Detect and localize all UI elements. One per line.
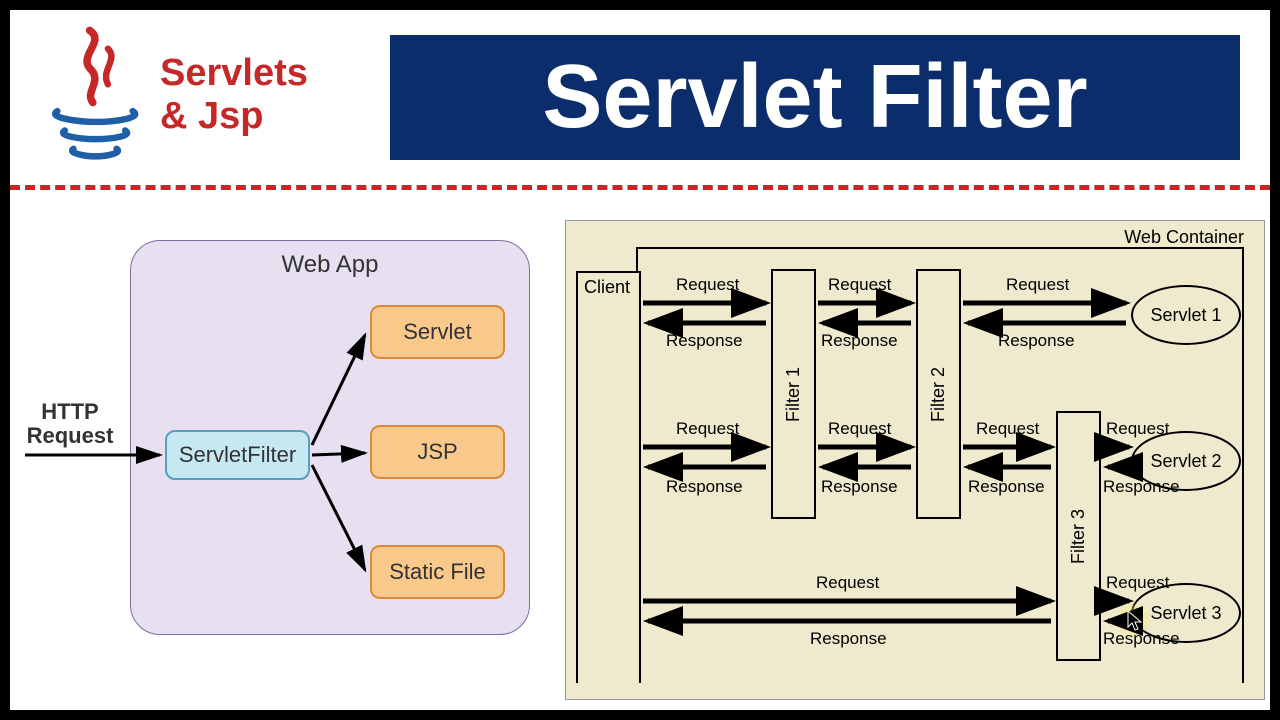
lbl-req-2d: Request <box>1106 419 1169 439</box>
filter-3-box: Filter 3 <box>1056 411 1101 661</box>
client-box <box>576 271 641 683</box>
target-jsp: JSP <box>370 425 505 479</box>
logo-text-line2: & Jsp <box>160 95 308 138</box>
left-diagram: Web App HTTP Request ServletFilter Servl… <box>20 240 550 670</box>
lbl-resp-1c: Response <box>998 331 1075 351</box>
right-diagram: Web Container Client Filter 1 Filter 2 F… <box>565 220 1265 700</box>
logo-text-line1: Servlets <box>160 52 308 95</box>
lbl-req-1b: Request <box>828 275 891 295</box>
lbl-resp-2d: Response <box>1103 477 1180 497</box>
http-request-label: HTTP Request <box>20 400 120 448</box>
filter-3-label: Filter 3 <box>1068 508 1089 563</box>
servlet-1: Servlet 1 <box>1131 285 1241 345</box>
lbl-resp-2c: Response <box>968 477 1045 497</box>
slide-title: Servlet Filter <box>390 35 1240 160</box>
target-servlet: Servlet <box>370 305 505 359</box>
target-static: Static File <box>370 545 505 599</box>
cursor-icon <box>1126 609 1146 633</box>
lbl-resp-2a: Response <box>666 477 743 497</box>
lbl-resp-2b: Response <box>821 477 898 497</box>
web-container-title: Web Container <box>1124 227 1244 248</box>
lbl-req-3b: Request <box>1106 573 1169 593</box>
filter-2-label: Filter 2 <box>928 366 949 421</box>
diagrams-area: Web App HTTP Request ServletFilter Servl… <box>10 220 1270 710</box>
lbl-req-1c: Request <box>1006 275 1069 295</box>
header-divider <box>10 185 1270 190</box>
header: Servlets & Jsp Servlet Filter <box>10 10 1270 180</box>
slide-frame: Servlets & Jsp Servlet Filter Web App HT… <box>10 10 1270 710</box>
filter-1-box: Filter 1 <box>771 269 816 519</box>
client-label: Client <box>584 277 630 298</box>
webapp-title: Web App <box>282 251 379 279</box>
logo: Servlets & Jsp <box>40 25 308 165</box>
lbl-resp-1b: Response <box>821 331 898 351</box>
lbl-req-2c: Request <box>976 419 1039 439</box>
lbl-req-2b: Request <box>828 419 891 439</box>
lbl-req-1a: Request <box>676 275 739 295</box>
java-logo-icon <box>40 25 150 165</box>
lbl-resp-1a: Response <box>666 331 743 351</box>
servletfilter-box: ServletFilter <box>165 430 310 480</box>
lbl-req-3a: Request <box>816 573 879 593</box>
lbl-req-2a: Request <box>676 419 739 439</box>
filter-2-box: Filter 2 <box>916 269 961 519</box>
lbl-resp-3a: Response <box>810 629 887 649</box>
filter-1-label: Filter 1 <box>783 366 804 421</box>
